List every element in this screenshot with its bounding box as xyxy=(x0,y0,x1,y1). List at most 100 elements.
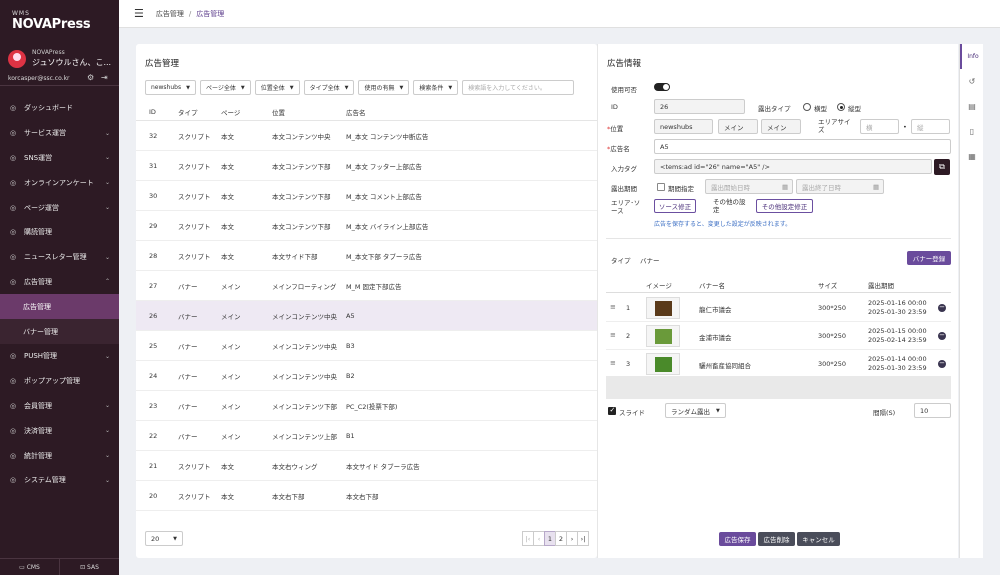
sidebar-subitem-banner-manage[interactable]: バナー管理 xyxy=(0,319,119,344)
table-row[interactable]: 31 スクリプト 本文 本文コンテンツ下部 M_本文 フッター上部広告 xyxy=(136,151,597,181)
usage-select[interactable]: 使用の有無 ▼ xyxy=(358,80,410,95)
banner-row[interactable]: ≡ 1 龍仁市議会 300*250 2025-01-16 00:00 2025-01-30… xyxy=(606,294,951,322)
sidebar-item-popup[interactable]: ◎ ポップアップ管理 xyxy=(0,369,119,394)
vertical-radio[interactable] xyxy=(837,103,845,111)
tab-info[interactable]: Info xyxy=(960,44,984,69)
cell-id: 26 xyxy=(149,311,158,320)
calendar-icon[interactable]: ▦ xyxy=(782,183,788,191)
slide-checkbox[interactable] xyxy=(608,406,616,415)
banner-thumbnail[interactable] xyxy=(646,297,680,319)
banner-row[interactable]: ≡ 2 金浦市議会 300*250 2025-01-15 00:00 2025-02-14… xyxy=(606,322,951,350)
cell-page: 本文 xyxy=(221,492,234,501)
table-row[interactable]: 24 バナー メイン メインコンテンツ中央 B2 xyxy=(136,361,597,391)
menu-icon[interactable]: ☰ xyxy=(134,7,144,20)
banner-row[interactable]: ≡ 3 驪州畜産協同組合 300*250 2025-01-14 00:00 2025-01… xyxy=(606,350,951,378)
banner-thumbnail[interactable] xyxy=(646,353,680,375)
remove-icon[interactable]: − xyxy=(938,332,946,340)
other-settings-edit-button[interactable]: その他設定修正 xyxy=(756,199,813,213)
end-date-input[interactable]: 露出終了日時 xyxy=(796,179,884,194)
document-icon[interactable]: ▯ xyxy=(960,119,984,144)
banner-register-button[interactable]: バナー登録 xyxy=(907,251,951,265)
breadcrumb-parent[interactable]: 広告管理 xyxy=(156,9,184,19)
sidebar-item-subscription[interactable]: ◎ 購読管理 xyxy=(0,220,119,245)
site-select[interactable]: newshubs ▼ xyxy=(145,80,196,95)
table-row[interactable]: 23 バナー メイン メインコンテンツ下部 PC_C2(投票下部) xyxy=(136,391,597,421)
breadcrumb-separator: / xyxy=(188,9,192,18)
page-size-select[interactable]: 20 ▼ xyxy=(145,531,183,546)
sidebar-item-ads[interactable]: ◎ 広告管理 ⌃ xyxy=(0,270,119,295)
chevron-down-icon: ⌄ xyxy=(104,204,110,212)
history-icon[interactable]: ↺ xyxy=(960,69,984,94)
sidebar-item-page[interactable]: ◎ ページ運営 ⌄ xyxy=(0,195,119,220)
sidebar-item-service[interactable]: ◎ サービス運営 ⌄ xyxy=(0,121,119,146)
table-row[interactable]: 20 スクリプト 本文 本文右下部 本文右下部 xyxy=(136,481,597,511)
chevron-up-icon: ⌃ xyxy=(104,278,110,286)
cancel-button[interactable]: キャンセル xyxy=(797,532,840,546)
start-date-input[interactable]: 露出開始日時 xyxy=(705,179,793,194)
sidebar-item-push[interactable]: ◎ PUSH管理 ⌄ xyxy=(0,344,119,369)
cell-page: 本文 xyxy=(221,162,234,171)
page-select[interactable]: ページ全体 ▼ xyxy=(199,80,251,95)
table-row[interactable]: 22 バナー メイン メインコンテンツ上部 B1 xyxy=(136,421,597,451)
caret-down-icon: ▼ xyxy=(173,535,177,542)
horizontal-radio[interactable] xyxy=(803,103,811,111)
position-select[interactable]: 位置全体 ▼ xyxy=(254,80,300,95)
table-row[interactable]: 27 バナー メイン メインフローティング M_M 固定下部広告 xyxy=(136,271,597,301)
logout-icon[interactable]: ⇥ xyxy=(101,73,108,82)
last-page-button[interactable]: ›| xyxy=(577,531,589,546)
table-row[interactable]: 26 バナー メイン メインコンテンツ中央 A5 xyxy=(136,301,597,331)
table-row[interactable]: 28 スクリプト 本文 本文サイド下部 M_本文下部 タブーラ広告 xyxy=(136,241,597,271)
drag-handle-icon[interactable]: ≡ xyxy=(610,359,616,367)
interval-input[interactable]: 10 xyxy=(914,403,951,418)
calendar-icon[interactable]: ▦ xyxy=(873,183,879,191)
col-page[interactable]: ページ xyxy=(213,107,263,117)
brand-logo[interactable]: WMS NOVAPress xyxy=(0,0,119,42)
col-id[interactable]: ID xyxy=(136,108,170,116)
remove-icon[interactable]: − xyxy=(938,304,946,312)
banner-start: 2025-01-15 00:00 xyxy=(868,327,927,335)
col-position[interactable]: 位置 xyxy=(263,107,338,117)
calculator-icon[interactable]: ▦ xyxy=(960,144,984,169)
copy-icon[interactable]: ⧉ xyxy=(934,159,950,175)
sidebar-item-member[interactable]: ◎ 会員管理 ⌄ xyxy=(0,394,119,419)
source-edit-button[interactable]: ソース修正 xyxy=(654,199,696,213)
col-type[interactable]: タイプ xyxy=(170,107,213,117)
sidebar-item-system[interactable]: ◎ システム管理 ⌄ xyxy=(0,468,119,493)
table-row[interactable]: 32 スクリプト 本文 本文コンテンツ中央 M_本文 コンテンツ中断広告 xyxy=(136,121,597,151)
remove-icon[interactable]: − xyxy=(938,360,946,368)
caret-down-icon: ▼ xyxy=(344,84,349,91)
banner-thumbnail[interactable] xyxy=(646,325,680,347)
table-row[interactable]: 30 スクリプト 本文 本文コンテンツ下部 M_本文 コメント上部広告 xyxy=(136,181,597,211)
sidebar-item-newsletter[interactable]: ◎ ニュースレター管理 ⌄ xyxy=(0,245,119,270)
type-select[interactable]: タイプ全体 ▼ xyxy=(303,80,355,95)
preview-icon[interactable]: ▤ xyxy=(960,94,984,119)
table-row[interactable]: 25 バナー メイン メインコンテンツ中央 B3 xyxy=(136,331,597,361)
sidebar-item-survey[interactable]: ◎ オンラインアンケート ⌄ xyxy=(0,170,119,195)
cms-switch-button[interactable]: ▭ CMS xyxy=(0,559,60,575)
sas-switch-button[interactable]: ⊡ SAS xyxy=(60,559,119,575)
ad-name-input[interactable]: A5 xyxy=(654,139,951,154)
random-exposure-select[interactable]: ランダム露出 ▼ xyxy=(665,403,726,418)
sidebar-item-dashboard[interactable]: ◎ ダッシュボード xyxy=(0,96,119,121)
delete-ad-button[interactable]: 広告削除 xyxy=(758,532,795,546)
banner-end: 2025-02-14 23:59 xyxy=(868,336,927,344)
sidebar-item-label: ダッシュボード xyxy=(24,104,73,113)
col-ad-name[interactable]: 広告名 xyxy=(338,107,597,117)
width-input[interactable]: 横 xyxy=(860,119,899,134)
save-ad-button[interactable]: 広告保存 xyxy=(719,532,756,546)
search-condition-select[interactable]: 検索条件 ▼ xyxy=(413,80,459,95)
table-row[interactable]: 29 スクリプト 本文 本文コンテンツ下部 M_本文 バイライン上部広告 xyxy=(136,211,597,241)
sidebar-subitem-ad-manage[interactable]: 広告管理 xyxy=(0,294,119,320)
table-row[interactable]: 21 スクリプト 本文 本文右ウィング 本文サイド タブーラ広告 xyxy=(136,451,597,481)
sidebar-item-payment[interactable]: ◎ 決済管理 ⌄ xyxy=(0,418,119,443)
drag-handle-icon[interactable]: ≡ xyxy=(610,303,616,311)
search-input[interactable]: 検索語を入力してください。 xyxy=(462,80,575,95)
settings-icon[interactable]: ⚙ xyxy=(87,73,94,82)
drag-handle-icon[interactable]: ≡ xyxy=(610,331,616,339)
sidebar-item-stats[interactable]: ◎ 統計管理 ⌄ xyxy=(0,443,119,468)
height-input[interactable]: 縦 xyxy=(911,119,950,134)
cell-page: メイン xyxy=(221,282,241,291)
use-toggle[interactable] xyxy=(654,83,670,91)
period-checkbox[interactable] xyxy=(657,183,665,191)
sidebar-item-sns[interactable]: ◎ SNS運営 ⌄ xyxy=(0,146,119,171)
